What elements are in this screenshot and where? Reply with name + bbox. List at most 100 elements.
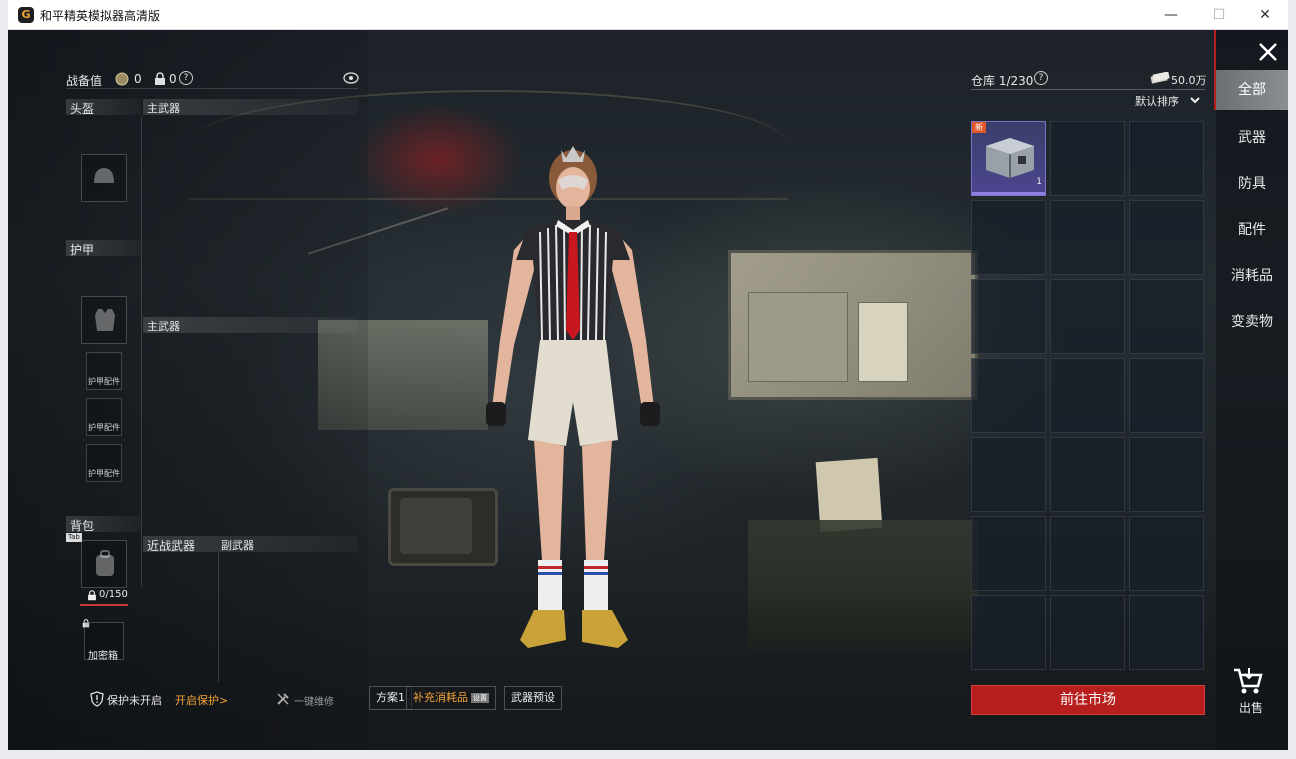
primary-weapon-label-mid: 主武器 (147, 320, 180, 333)
currency-value: 50.0万 (1171, 74, 1207, 87)
minimize-button[interactable]: — (1148, 0, 1194, 30)
maximize-button[interactable]: ☐ (1196, 0, 1242, 30)
background-note (858, 302, 908, 382)
armor-label: 护甲 (70, 243, 95, 257)
background-tv-screen (400, 498, 472, 554)
item-rarity-bar (972, 192, 1045, 195)
safe-box-slot[interactable]: 加密箱 (84, 622, 124, 662)
app-icon: G (18, 7, 34, 23)
cart-icon[interactable] (1232, 666, 1264, 696)
armor-slot[interactable] (81, 296, 127, 344)
refill-label: 补充消耗品 (413, 691, 468, 704)
lock-icon (88, 590, 96, 601)
category-tab[interactable]: 武器 (1216, 118, 1288, 158)
helmet-slot[interactable] (81, 154, 127, 202)
background-map-sheet (748, 292, 848, 382)
capacity-bar (80, 604, 128, 606)
weapon-preset-label: 武器预设 (511, 691, 555, 704)
eye-icon[interactable] (343, 72, 359, 84)
armor-attachment-label: 护甲配件 (88, 377, 120, 386)
inventory-slot[interactable] (1050, 358, 1125, 433)
warehouse-divider (971, 89, 1205, 90)
refill-consumables-button[interactable]: 补充消耗品 设置 (406, 686, 496, 710)
lock-value: 0 (169, 72, 177, 86)
sell-label[interactable]: 出售 (1239, 699, 1263, 716)
inventory-slot[interactable] (1050, 437, 1125, 512)
background-crates (748, 520, 978, 650)
inventory-slot[interactable] (1050, 279, 1125, 354)
lock-icon (155, 72, 165, 85)
enable-protection-link[interactable]: 开启保护> (175, 692, 228, 708)
background-map-board (728, 250, 978, 400)
item-count: 1 (1036, 177, 1042, 187)
inventory-slot[interactable] (971, 595, 1046, 670)
app-window: G 和平精英模拟器高清版 — ☐ ✕ 战备值 0 0 ? 头盔 主武器 护甲 主… (0, 0, 1296, 759)
tab-key-badge: Tab (66, 533, 82, 542)
melee-weapon-label: 近战武器 (147, 539, 196, 553)
backpack-icon (96, 550, 114, 576)
melee-divider (218, 552, 219, 682)
inventory-slot[interactable] (1129, 279, 1204, 354)
supply-crate-icon (986, 138, 1034, 178)
inventory-slot[interactable] (971, 358, 1046, 433)
background-desk (318, 320, 488, 430)
inventory-slot[interactable] (1129, 595, 1204, 670)
inventory-item-crate[interactable]: 新 1 (971, 121, 1046, 196)
refill-setting-tag: 设置 (471, 693, 489, 703)
helmet-icon (94, 168, 114, 183)
player-character[interactable] (478, 140, 668, 650)
protection-status: 保护未开启 (107, 694, 162, 707)
backpack-capacity: 0/150 (99, 589, 128, 600)
inventory-slot[interactable] (1050, 121, 1125, 196)
category-tab[interactable]: 全部 (1216, 70, 1288, 110)
armor-attachment-label: 护甲配件 (88, 423, 120, 432)
category-tab[interactable]: 配件 (1216, 210, 1288, 250)
left-panel-shade (8, 30, 368, 750)
help-icon[interactable]: ? (179, 71, 193, 85)
close-icon[interactable] (1258, 42, 1278, 62)
background-sign (815, 457, 883, 533)
inventory-slot[interactable] (1129, 516, 1204, 591)
armor-attachment-slot-2[interactable]: 护甲配件 (86, 398, 122, 436)
inventory-slot[interactable] (971, 279, 1046, 354)
weapon-preset-button[interactable]: 武器预设 (504, 686, 562, 710)
armor-attachment-slot-3[interactable]: 护甲配件 (86, 444, 122, 482)
close-window-button[interactable]: ✕ (1242, 0, 1288, 30)
category-tab[interactable]: 消耗品 (1216, 256, 1288, 296)
inventory-slot[interactable] (1129, 358, 1204, 433)
warehouse-help-icon[interactable]: ? (1034, 71, 1048, 85)
inventory-slot[interactable] (1050, 516, 1125, 591)
category-tab[interactable]: 变卖物 (1216, 302, 1288, 342)
header-divider (66, 88, 358, 89)
inventory-slot[interactable] (971, 200, 1046, 275)
primary-weapon-label-top: 主武器 (147, 102, 180, 115)
inventory-slot[interactable] (971, 437, 1046, 512)
secondary-weapon-label: 副武器 (221, 539, 254, 552)
go-to-market-button[interactable]: 前往市场 (971, 685, 1205, 715)
inventory-slot[interactable] (1129, 200, 1204, 275)
new-badge: 新 (972, 122, 986, 133)
one-click-repair-button[interactable]: 一键维修 (294, 693, 334, 708)
safe-box-label: 加密箱 (88, 651, 118, 662)
inventory-slot[interactable] (1050, 200, 1125, 275)
title-bar: G 和平精英模拟器高清版 — ☐ ✕ (8, 0, 1288, 30)
category-tab[interactable]: 防具 (1216, 164, 1288, 204)
inventory-slot[interactable] (1050, 595, 1125, 670)
chevron-down-icon[interactable] (1190, 96, 1200, 104)
power-label: 战备值 (66, 74, 103, 88)
inventory-slot[interactable] (1129, 121, 1204, 196)
inventory-slot[interactable] (971, 516, 1046, 591)
cash-icon (1150, 72, 1170, 84)
shield-warning-icon (90, 691, 104, 707)
warehouse-label: 仓库 1/230 (971, 74, 1034, 88)
vest-icon (95, 309, 115, 331)
inventory-slot[interactable] (1129, 437, 1204, 512)
backpack-slot[interactable] (81, 540, 127, 588)
armor-attachment-slot-1[interactable]: 护甲配件 (86, 352, 122, 390)
sort-dropdown[interactable]: 默认排序 (1135, 93, 1179, 109)
left-column-divider (141, 116, 142, 586)
helmet-label: 头盔 (70, 102, 95, 116)
coin-icon (115, 72, 129, 86)
power-value: 0 (134, 72, 142, 86)
armor-attachment-label: 护甲配件 (88, 469, 120, 478)
